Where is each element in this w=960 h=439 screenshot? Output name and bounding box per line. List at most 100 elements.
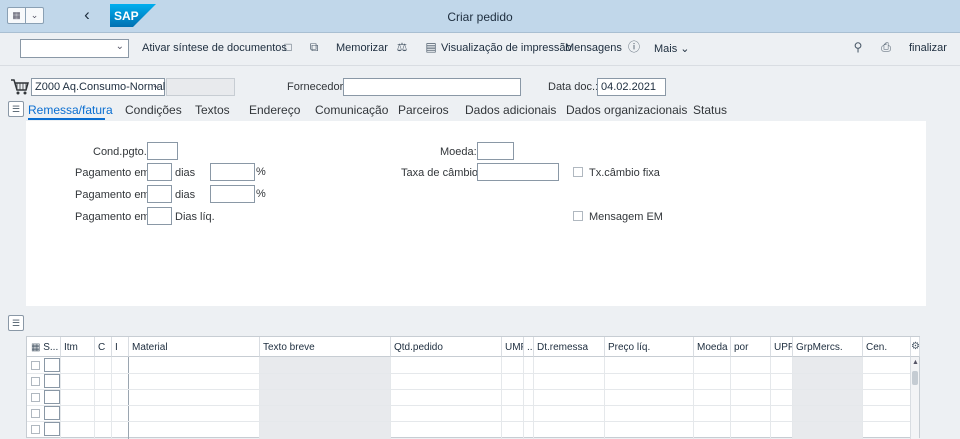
row-status-box[interactable] [44, 406, 60, 420]
column-header-currency[interactable]: Moeda [694, 337, 731, 357]
supplier-input[interactable] [343, 78, 521, 96]
row-selector[interactable] [31, 409, 40, 418]
column-header-per[interactable]: por [731, 337, 771, 357]
grid-column [129, 357, 260, 439]
shopping-cart-icon [11, 79, 29, 95]
row-status-box[interactable] [44, 358, 60, 372]
hold-button[interactable]: Memorizar [336, 42, 388, 54]
column-header-item[interactable]: Itm [61, 337, 95, 357]
column-header-ellipsis[interactable]: ... [524, 337, 534, 357]
column-header-i[interactable]: I [112, 337, 129, 357]
column-header-quantity[interactable]: Qtd.pedido [391, 337, 502, 357]
tab-status[interactable]: Status [693, 103, 727, 117]
supplier-label: Fornecedor: [287, 81, 347, 93]
grid-column [502, 357, 524, 439]
exchange-rate-label: Taxa de câmbio: [401, 167, 482, 179]
item-overview-table: ▦ S... Itm C I Material Texto breve Qtd.… [26, 336, 920, 439]
search-icon[interactable]: ⚲ [851, 40, 865, 54]
order-number-field [166, 78, 235, 96]
printer-icon[interactable]: ⎙ [879, 40, 893, 54]
vertical-scrollbar[interactable]: ▲ [910, 357, 919, 439]
print-preview-icon[interactable]: ▤ [424, 40, 438, 54]
info-icon[interactable]: ⓘ [627, 40, 641, 54]
balance-icon[interactable]: ⚖ [395, 40, 409, 54]
net-days-label: Dias líq. [175, 211, 215, 223]
finish-button[interactable]: finalizar [909, 42, 947, 54]
discount-percent-2-input[interactable] [210, 185, 255, 203]
grid-column [61, 357, 95, 439]
chevron-down-icon: ⌄ [680, 43, 690, 55]
column-label: S... [43, 342, 59, 353]
page-title: Criar pedido [447, 10, 513, 24]
grid-column [95, 357, 112, 439]
payment-in-label-3: Pagamento em: [75, 211, 153, 223]
tab-condicoes[interactable]: Condições [125, 103, 182, 117]
row-status-box[interactable] [44, 374, 60, 388]
doc-date-label: Data doc.: [548, 81, 599, 93]
grid-column [731, 357, 771, 439]
grid-column [534, 357, 605, 439]
column-settings-icon[interactable]: ⚙ [911, 337, 920, 357]
row-selector[interactable] [31, 377, 40, 386]
tab-endereco[interactable]: Endereço [249, 103, 300, 117]
column-header-plant[interactable]: Cen. [863, 337, 911, 357]
tab-dados-organizacionais[interactable]: Dados organizacionais [566, 103, 687, 117]
tab-parceiros[interactable]: Parceiros [398, 103, 449, 117]
doc-date-input[interactable]: 04.02.2021 [597, 78, 666, 96]
more-menu-button[interactable]: Mais ⌄ [654, 42, 690, 55]
column-header-material-group[interactable]: GrpMercs. [793, 337, 863, 357]
table-row-separator [27, 373, 911, 374]
active-tab-indicator [28, 118, 105, 120]
column-header-uom[interactable]: UMP [502, 337, 524, 357]
payment-net-days-input[interactable] [147, 207, 172, 225]
exchange-rate-input[interactable] [477, 163, 559, 181]
grid-column [771, 357, 793, 439]
order-type-select[interactable]: Z000 Aq.Consumo-Normal ⌄ [31, 78, 165, 96]
days-label-1: dias [175, 167, 196, 179]
row-status-box[interactable] [44, 390, 60, 404]
chevron-down-icon: ⌄ [115, 41, 124, 52]
discount-percent-1-input[interactable] [210, 163, 255, 181]
currency-input[interactable] [477, 142, 514, 160]
gr-message-label: Mensagem EM [589, 211, 663, 223]
column-header-net-price[interactable]: Preço líq. [605, 337, 694, 357]
copy-doc-icon[interactable]: ⧉ [307, 40, 321, 54]
tab-remessa-fatura[interactable]: Remessa/fatura [28, 103, 113, 117]
row-selector[interactable] [31, 393, 40, 402]
new-doc-icon[interactable]: □ [281, 40, 295, 54]
row-selector[interactable] [31, 361, 40, 370]
column-header-category[interactable]: C [95, 337, 112, 357]
column-header-short-text[interactable]: Texto breve [260, 337, 391, 357]
column-header-delivery-date[interactable]: Dt.remessa [534, 337, 605, 357]
column-header-material[interactable]: Material [129, 337, 260, 357]
collapse-items-icon[interactable]: ☰ [8, 315, 24, 331]
collapse-header-icon[interactable]: ☰ [8, 101, 24, 117]
grid-column [112, 357, 129, 439]
scroll-up-icon[interactable]: ▲ [912, 359, 919, 367]
print-preview-button[interactable]: Visualização de impressão [441, 42, 572, 54]
percent-label-1: % [256, 166, 266, 178]
scrollbar-thumb[interactable] [912, 371, 918, 385]
payment-days-1-input[interactable] [147, 163, 172, 181]
tab-textos[interactable]: Textos [195, 103, 230, 117]
fixed-rate-checkbox[interactable] [573, 167, 583, 177]
table-settings-icon[interactable]: ▦ [31, 342, 40, 353]
grid-column [605, 357, 694, 439]
order-type-value: Z000 Aq.Consumo-Normal [35, 81, 166, 93]
document-overview-button[interactable]: Ativar síntese de documentos [142, 42, 287, 54]
tab-dados-adicionais[interactable]: Dados adicionais [465, 103, 556, 117]
payment-terms-input[interactable] [147, 142, 178, 160]
messages-button[interactable]: Mensagens [565, 42, 622, 54]
column-header-upp[interactable]: UPP [771, 337, 793, 357]
chevron-down-icon: ⌄ [151, 80, 160, 91]
tab-comunicacao[interactable]: Comunicação [315, 103, 388, 117]
payment-days-2-input[interactable] [147, 185, 172, 203]
days-label-2: dias [175, 189, 196, 201]
gr-message-checkbox[interactable] [573, 211, 583, 221]
row-selector[interactable] [31, 425, 40, 434]
column-header-status[interactable]: ▦ S... [27, 337, 61, 357]
toolbar-dropdown[interactable]: ⌄ [20, 39, 129, 58]
grid-column [524, 357, 534, 439]
row-status-box[interactable] [44, 422, 60, 436]
grid-column [793, 357, 863, 439]
